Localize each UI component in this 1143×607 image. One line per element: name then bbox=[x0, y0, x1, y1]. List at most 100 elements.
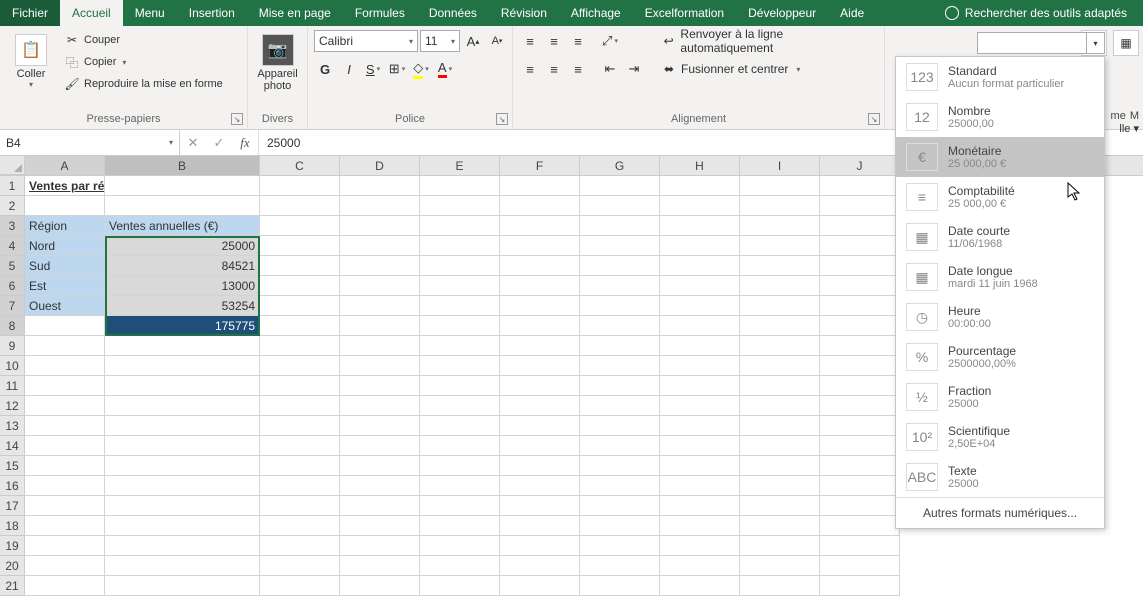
number-format-combo[interactable]: ▾ bbox=[977, 32, 1105, 54]
name-box[interactable]: B4 ▾ bbox=[0, 130, 180, 155]
row-header-11[interactable]: 11 bbox=[0, 376, 25, 396]
col-header-F[interactable]: F bbox=[500, 156, 580, 175]
row-header-1[interactable]: 1 bbox=[0, 176, 25, 196]
row-header-15[interactable]: 15 bbox=[0, 456, 25, 476]
decrease-font-button[interactable]: A▾ bbox=[486, 30, 508, 52]
select-all-corner[interactable] bbox=[0, 156, 25, 175]
tab-formulas[interactable]: Formules bbox=[343, 0, 417, 26]
tab-excelformation[interactable]: Excelformation bbox=[633, 0, 736, 26]
align-top-button[interactable]: ≡ bbox=[519, 30, 541, 52]
col-header-H[interactable]: H bbox=[660, 156, 740, 175]
bold-button[interactable]: G bbox=[314, 58, 336, 80]
tab-page-layout[interactable]: Mise en page bbox=[247, 0, 343, 26]
cell-B7[interactable]: 53254 bbox=[105, 296, 260, 316]
clipboard-launcher[interactable]: ↘ bbox=[231, 113, 243, 125]
tab-file[interactable]: Fichier bbox=[0, 0, 60, 26]
align-bottom-button[interactable]: ≡ bbox=[567, 30, 589, 52]
copy-button[interactable]: ⿻Copier▾ bbox=[60, 52, 227, 72]
format-table-button[interactable]: ▦ bbox=[1113, 30, 1139, 56]
cell-A8[interactable] bbox=[25, 316, 105, 336]
increase-indent-button[interactable]: ⇥ bbox=[623, 58, 645, 80]
align-center-button[interactable]: ≡ bbox=[543, 58, 565, 80]
orientation-button[interactable]: ⤢▾ bbox=[599, 30, 621, 52]
cell-B6[interactable]: 13000 bbox=[105, 276, 260, 296]
numfmt-item-monétaire[interactable]: €Monétaire25 000,00 € bbox=[896, 137, 1104, 177]
cell-B4[interactable]: 25000 bbox=[105, 236, 260, 256]
underline-button[interactable]: S▾ bbox=[362, 58, 384, 80]
font-launcher[interactable]: ↘ bbox=[496, 113, 508, 125]
row-header-8[interactable]: 8 bbox=[0, 316, 25, 336]
row-header-19[interactable]: 19 bbox=[0, 536, 25, 556]
numfmt-more[interactable]: Autres formats numériques... bbox=[896, 497, 1104, 528]
row-header-13[interactable]: 13 bbox=[0, 416, 25, 436]
numfmt-item-standard[interactable]: 123StandardAucun format particulier bbox=[896, 57, 1104, 97]
align-right-button[interactable]: ≡ bbox=[567, 58, 589, 80]
cell-B1[interactable] bbox=[105, 176, 260, 196]
border-button[interactable]: ⊞▾ bbox=[386, 58, 408, 80]
col-header-B[interactable]: B bbox=[105, 156, 260, 175]
cell-A3[interactable]: Région bbox=[25, 216, 105, 236]
col-header-A[interactable]: A bbox=[25, 156, 105, 175]
numfmt-item-fraction[interactable]: ½Fraction25000 bbox=[896, 377, 1104, 417]
alignment-launcher[interactable]: ↘ bbox=[868, 113, 880, 125]
row-header-17[interactable]: 17 bbox=[0, 496, 25, 516]
col-header-G[interactable]: G bbox=[580, 156, 660, 175]
merge-center-button[interactable]: ⬌Fusionner et centrer▾ bbox=[655, 58, 878, 80]
row-header-5[interactable]: 5 bbox=[0, 256, 25, 276]
row-header-21[interactable]: 21 bbox=[0, 576, 25, 596]
col-header-E[interactable]: E bbox=[420, 156, 500, 175]
increase-font-button[interactable]: A▴ bbox=[462, 30, 484, 52]
row-header-6[interactable]: 6 bbox=[0, 276, 25, 296]
numfmt-item-texte[interactable]: ABCTexte25000 bbox=[896, 457, 1104, 497]
cell-B3[interactable]: Ventes annuelles (€) bbox=[105, 216, 260, 236]
tab-menu[interactable]: Menu bbox=[123, 0, 177, 26]
cancel-formula-button[interactable]: ✕ bbox=[180, 135, 206, 151]
tab-review[interactable]: Révision bbox=[489, 0, 559, 26]
numfmt-item-date courte[interactable]: ▦Date courte11/06/1968 bbox=[896, 217, 1104, 257]
accept-formula-button[interactable]: ✓ bbox=[206, 135, 232, 151]
tab-view[interactable]: Affichage bbox=[559, 0, 633, 26]
italic-button[interactable]: I bbox=[338, 58, 360, 80]
numfmt-item-date longue[interactable]: ▦Date longuemardi 11 juin 1968 bbox=[896, 257, 1104, 297]
cell-A5[interactable]: Sud bbox=[25, 256, 105, 276]
col-header-D[interactable]: D bbox=[340, 156, 420, 175]
cell-A7[interactable]: Ouest bbox=[25, 296, 105, 316]
row-header-20[interactable]: 20 bbox=[0, 556, 25, 576]
row-header-3[interactable]: 3 bbox=[0, 216, 25, 236]
row-header-16[interactable]: 16 bbox=[0, 476, 25, 496]
numfmt-item-comptabilité[interactable]: ≡Comptabilité25 000,00 € bbox=[896, 177, 1104, 217]
numfmt-item-scientifique[interactable]: 10²Scientifique2,50E+04 bbox=[896, 417, 1104, 457]
numfmt-item-heure[interactable]: ◷Heure00:00:00 bbox=[896, 297, 1104, 337]
col-header-J[interactable]: J bbox=[820, 156, 900, 175]
tab-data[interactable]: Données bbox=[417, 0, 489, 26]
font-color-button[interactable]: A▾ bbox=[434, 58, 456, 80]
cell-B5[interactable]: 84521 bbox=[105, 256, 260, 276]
row-header-12[interactable]: 12 bbox=[0, 396, 25, 416]
tab-home[interactable]: Accueil bbox=[60, 0, 123, 26]
cell-A1[interactable]: Ventes par région : bbox=[25, 176, 105, 196]
row-header-4[interactable]: 4 bbox=[0, 236, 25, 256]
row-header-10[interactable]: 10 bbox=[0, 356, 25, 376]
col-header-I[interactable]: I bbox=[740, 156, 820, 175]
row-header-14[interactable]: 14 bbox=[0, 436, 25, 456]
cut-button[interactable]: ✂Couper bbox=[60, 30, 227, 50]
row-header-9[interactable]: 9 bbox=[0, 336, 25, 356]
numfmt-item-nombre[interactable]: 12Nombre25000,00 bbox=[896, 97, 1104, 137]
insert-function-button[interactable]: fx bbox=[232, 135, 258, 151]
cell-B2[interactable] bbox=[105, 196, 260, 216]
tab-developer[interactable]: Développeur bbox=[736, 0, 828, 26]
cell-A2[interactable] bbox=[25, 196, 105, 216]
align-middle-button[interactable]: ≡ bbox=[543, 30, 565, 52]
chevron-down-icon[interactable]: ▾ bbox=[169, 138, 173, 147]
chevron-down-icon[interactable]: ▾ bbox=[1086, 33, 1104, 53]
font-name-combo[interactable]: Calibri▾ bbox=[314, 30, 418, 52]
camera-button[interactable]: 📷 Appareil photo bbox=[254, 30, 301, 96]
row-header-18[interactable]: 18 bbox=[0, 516, 25, 536]
col-header-C[interactable]: C bbox=[260, 156, 340, 175]
cell-A4[interactable]: Nord bbox=[25, 236, 105, 256]
tab-insert[interactable]: Insertion bbox=[177, 0, 247, 26]
font-size-combo[interactable]: 11▾ bbox=[420, 30, 460, 52]
cell-B8[interactable]: 175775 bbox=[105, 316, 260, 336]
fill-color-button[interactable]: ◇▾ bbox=[410, 58, 432, 80]
align-left-button[interactable]: ≡ bbox=[519, 58, 541, 80]
